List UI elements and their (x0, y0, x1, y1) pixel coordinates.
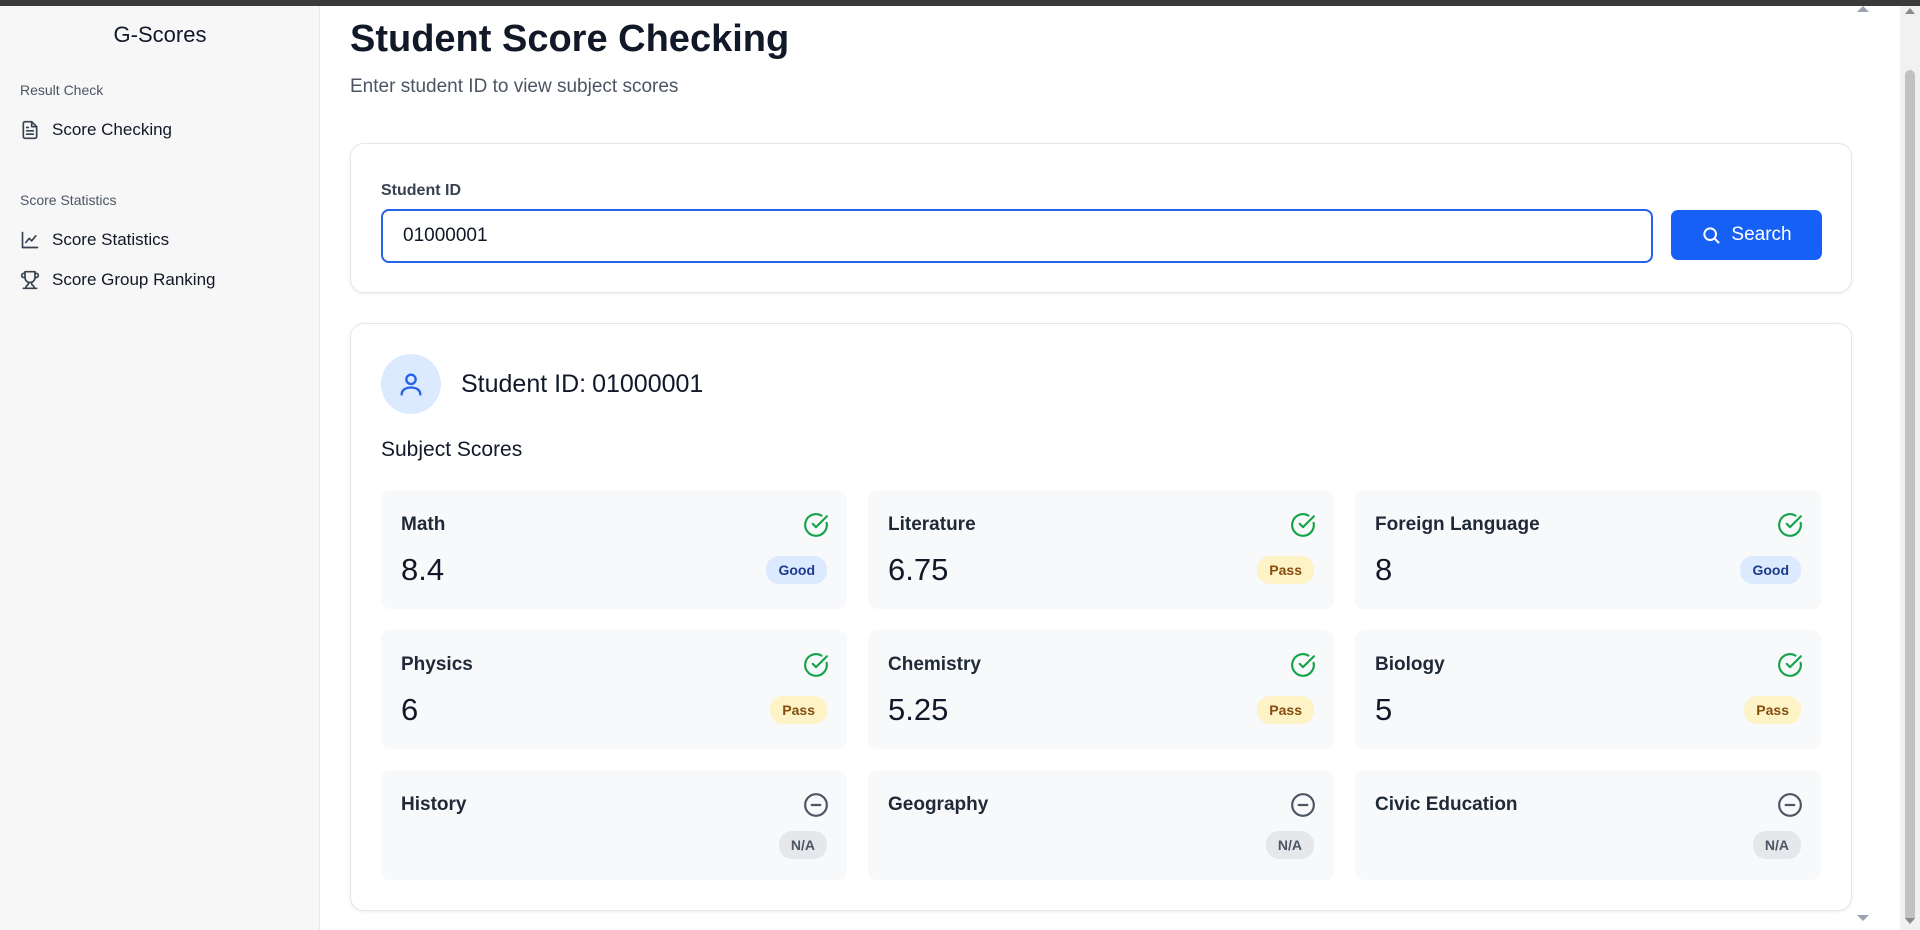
subject-card-literature: Literature 6.75 Pass (868, 490, 1334, 609)
check-circle-icon (1290, 512, 1316, 538)
subject-card-biology: Biology 5 Pass (1355, 630, 1821, 749)
subject-score: 6 (401, 692, 419, 727)
subject-card-history: History N/A (381, 770, 847, 880)
subject-name: Civic Education (1375, 794, 1518, 815)
score-badge: Good (1740, 556, 1801, 584)
student-heading-prefix: Student ID: (461, 370, 587, 398)
score-badge: Pass (1257, 556, 1314, 584)
score-badge: N/A (1265, 831, 1314, 859)
subject-name: Literature (888, 514, 976, 535)
section-label-score-statistics: Score Statistics (20, 192, 117, 208)
page-scrollbar[interactable] (1900, 6, 1920, 930)
document-icon (22, 120, 38, 140)
check-circle-icon (1290, 652, 1316, 678)
subject-name: Chemistry (888, 654, 981, 675)
scrollbar-thumb[interactable] (1905, 70, 1915, 922)
scroll-up-icon[interactable] (1905, 8, 1915, 14)
score-badge: Pass (1744, 696, 1801, 724)
frame-scroll-up-icon[interactable] (1857, 6, 1869, 12)
subject-name: Physics (401, 654, 473, 675)
search-button-label: Search (1731, 224, 1792, 245)
result-card: Student ID: 01000001 Subject Scores Math 8… (350, 323, 1852, 911)
subject-score: 6.75 (888, 552, 949, 587)
score-badge: N/A (778, 831, 827, 859)
subject-score: 5 (1375, 692, 1393, 727)
subject-score: 5.25 (888, 692, 949, 727)
user-icon (400, 373, 422, 396)
subject-card-math: Math 8.4 Good (381, 490, 847, 609)
subject-card-physics: Physics 6 Pass (381, 630, 847, 749)
check-circle-icon (803, 652, 829, 678)
minus-circle-icon (1777, 792, 1803, 818)
search-button[interactable]: Search (1671, 210, 1822, 260)
line-chart-icon (21, 231, 39, 249)
minus-circle-icon (803, 792, 829, 818)
subject-name: Foreign Language (1375, 514, 1540, 535)
score-badge: Good (766, 556, 827, 584)
main-content: Student Score Checking Enter student ID … (320, 6, 1870, 930)
subject-card-civic-education: Civic Education N/A (1355, 770, 1821, 880)
subject-name: Math (401, 514, 446, 535)
search-icon (1703, 227, 1720, 244)
subject-score: 8.4 (401, 552, 445, 587)
subject-name: Biology (1375, 654, 1445, 675)
student-heading: Student ID: 01000001 (461, 370, 703, 399)
search-card: Student ID Search (350, 143, 1852, 293)
subject-scores-title: Subject Scores (381, 438, 523, 461)
student-id-input[interactable] (381, 209, 1653, 263)
scroll-down-icon[interactable] (1905, 918, 1915, 924)
check-circle-icon (1777, 652, 1803, 678)
score-badge: Pass (770, 696, 827, 724)
sidebar-item-label: Score Checking (52, 120, 173, 139)
section-label-result-check: Result Check (20, 82, 104, 98)
score-badge: N/A (1752, 831, 1801, 859)
sidebar-item-label: Score Statistics (52, 230, 170, 249)
page-title: Student Score Checking (350, 18, 790, 60)
sidebar: G-Scores Result Check Score Checking Sco… (0, 6, 320, 930)
subject-name: History (401, 794, 467, 815)
brand-title: G-Scores (113, 22, 207, 47)
subject-name: Geography (888, 794, 989, 815)
sidebar-item-score-group-ranking[interactable]: Score Group Ranking (20, 270, 215, 290)
subject-score: 8 (1375, 552, 1393, 587)
check-circle-icon (803, 512, 829, 538)
sidebar-item-score-statistics[interactable]: Score Statistics (20, 230, 169, 250)
subject-card-foreign-language: Foreign Language 8 Good (1355, 490, 1821, 609)
check-circle-icon (1777, 512, 1803, 538)
student-id-label: Student ID (381, 182, 461, 199)
avatar (381, 354, 441, 414)
trophy-icon (20, 270, 40, 290)
page-subtitle: Enter student ID to view subject scores (350, 76, 679, 97)
score-badge: Pass (1257, 696, 1314, 724)
frame-scroll-down-icon[interactable] (1857, 915, 1869, 921)
subject-score-grid: Math 8.4 Good Literature 6.75 Pass Foreign Lan… (381, 490, 1823, 880)
subject-card-chemistry: Chemistry 5.25 Pass (868, 630, 1334, 749)
minus-circle-icon (1290, 792, 1316, 818)
subject-card-geography: Geography N/A (868, 770, 1334, 880)
sidebar-item-label: Score Group Ranking (52, 270, 216, 289)
sidebar-item-score-checking[interactable]: Score Checking (20, 120, 172, 140)
student-id-value: 01000001 (592, 370, 704, 398)
